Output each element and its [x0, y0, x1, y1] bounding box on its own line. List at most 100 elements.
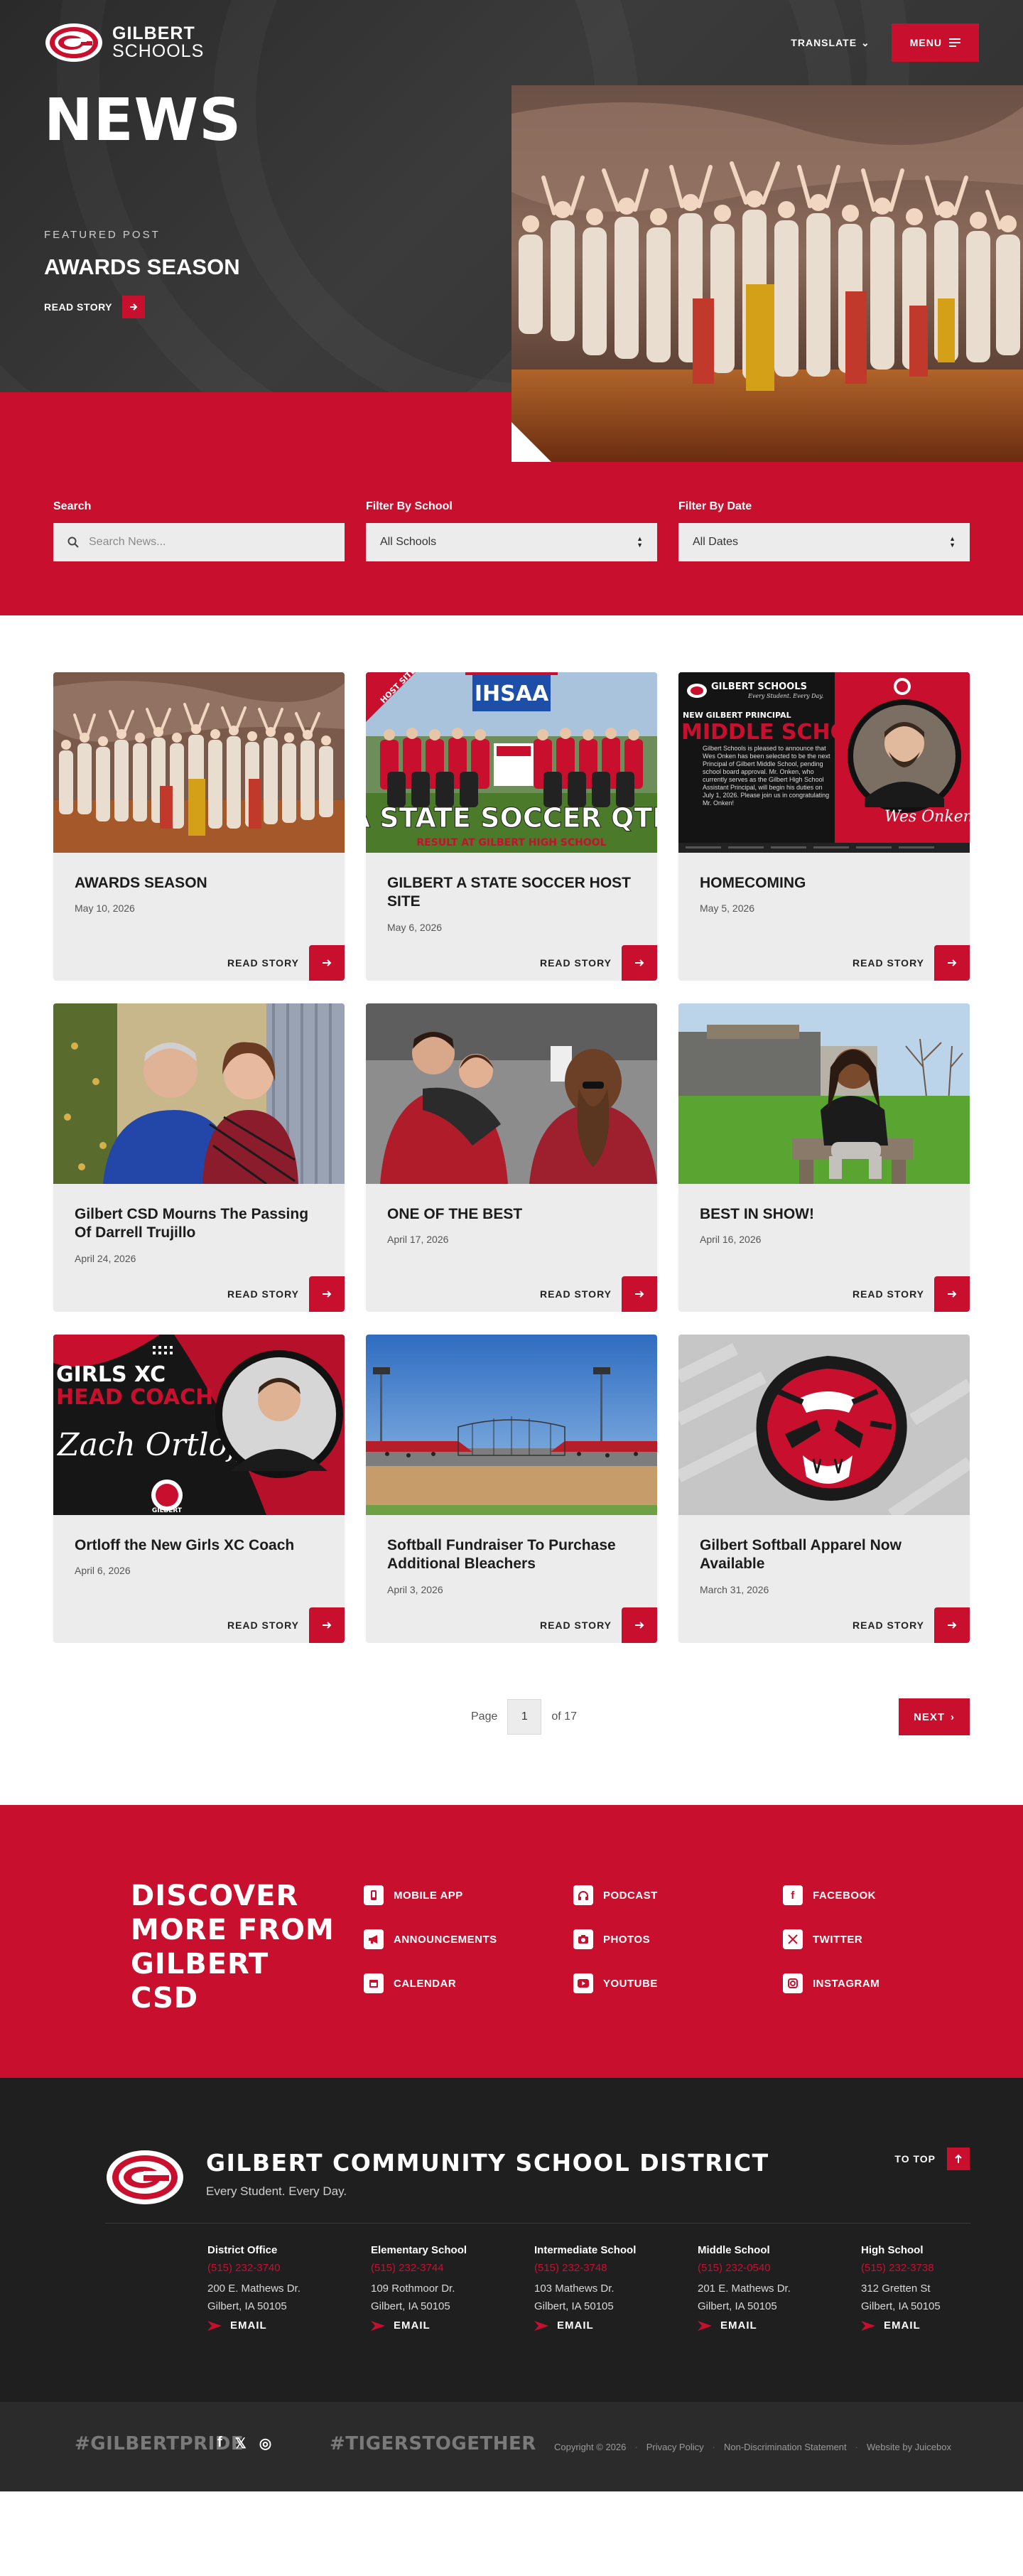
card-title[interactable]: Gilbert CSD Mourns The Passing Of Darrel…	[75, 1205, 323, 1243]
graphic-body: Gilbert Schools is pleased to announce t…	[703, 745, 830, 807]
youtube-link[interactable]: YOUTUBE	[573, 1973, 783, 1993]
website-credit-link[interactable]: Website by Juicebox	[867, 2442, 951, 2452]
office-email-link[interactable]: EMAIL	[207, 2319, 371, 2332]
link-label: MOBILE APP	[394, 1889, 463, 1902]
read-story-label: READ STORY	[539, 1620, 612, 1631]
translate-dropdown[interactable]: TRANSLATE ⌄	[791, 37, 870, 49]
news-card[interactable]: GILBERT SCHOOLS Every Student. Every Day…	[678, 672, 970, 981]
read-story-button[interactable]: READ STORY	[227, 1607, 345, 1643]
school-select[interactable]: All Schools ▲ ▼	[366, 523, 657, 561]
card-title[interactable]: AWARDS SEASON	[75, 874, 323, 893]
copyright: Copyright © 2026	[554, 2442, 627, 2452]
news-card[interactable]: Gilbert CSD Mourns The Passing Of Darrel…	[53, 1003, 345, 1312]
news-card[interactable]: AWARDS SEASON May 10, 2026 READ STORY	[53, 672, 345, 981]
read-story-button[interactable]: READ STORY	[540, 1607, 657, 1643]
back-to-top-button[interactable]: TO TOP	[894, 2147, 970, 2170]
read-story-label: READ STORY	[227, 1288, 299, 1300]
school-filter-label: Filter By School	[366, 500, 453, 512]
card-date: May 5, 2026	[700, 902, 755, 914]
office-email-link[interactable]: EMAIL	[861, 2319, 1023, 2332]
news-card[interactable]: Gilbert Softball Apparel Now Available M…	[678, 1335, 970, 1643]
non-discrimination-link[interactable]: Non-Discrimination Statement	[724, 2442, 847, 2452]
read-story-button[interactable]: READ STORY	[852, 1607, 970, 1643]
podcast-link[interactable]: PODCAST	[573, 1885, 783, 1905]
district-tagline: Every Student. Every Day.	[206, 2184, 347, 2198]
office-phone[interactable]: (515) 232-3738	[861, 2262, 1023, 2274]
announcements-link[interactable]: ANNOUNCEMENTS	[364, 1929, 573, 1949]
news-card[interactable]: ONE OF THE BEST April 17, 2026 READ STOR…	[366, 1003, 657, 1312]
news-card[interactable]: IHSAA HOST SITE STATE SOCCER QT RESULT A…	[366, 672, 657, 981]
read-story-button[interactable]: READ STORY	[852, 1276, 970, 1312]
x-icon[interactable]: 𝕏	[235, 2435, 247, 2452]
news-card[interactable]: Softball Fundraiser To Purchase Addition…	[366, 1335, 657, 1643]
office-phone[interactable]: (515) 232-3744	[371, 2262, 534, 2274]
district-name: GILBERT COMMUNITY SCHOOL DISTRICT	[206, 2149, 769, 2177]
card-title[interactable]: BEST IN SHOW!	[700, 1205, 948, 1224]
photos-link[interactable]: PHOTOS	[573, 1929, 783, 1949]
instagram-link[interactable]: INSTAGRAM	[783, 1973, 992, 1993]
graphic-tagline: Every Student. Every Day.	[747, 693, 823, 699]
discover-section: DISCOVER MORE FROM GILBERT CSD MOBILE AP…	[0, 1805, 1023, 2078]
gilbert-g-logo-icon[interactable]	[105, 2149, 185, 2206]
news-card[interactable]: NEW GIRLS XC HEAD COACH Zach Ortloff GIL…	[53, 1335, 345, 1643]
office-phone[interactable]: (515) 232-3748	[534, 2262, 698, 2274]
read-story-button[interactable]: READ STORY	[540, 1276, 657, 1312]
office-email-link[interactable]: EMAIL	[371, 2319, 534, 2332]
office-email-link[interactable]: EMAIL	[534, 2319, 698, 2332]
news-card[interactable]: BEST IN SHOW! April 16, 2026 READ STORY	[678, 1003, 970, 1312]
next-page-button[interactable]: NEXT ›	[899, 1698, 970, 1735]
read-story-button[interactable]: READ STORY	[852, 945, 970, 981]
chevron-down-icon: ⌄	[861, 36, 870, 48]
facebook-link[interactable]: f FACEBOOK	[783, 1885, 992, 1905]
featured-post-title[interactable]: AWARDS SEASON	[44, 254, 240, 280]
email-label: EMAIL	[720, 2319, 757, 2332]
translate-label: TRANSLATE	[791, 37, 857, 48]
mobile-icon	[364, 1885, 384, 1905]
office-name: Elementary School	[371, 2244, 467, 2256]
footer-divider	[105, 2223, 970, 2224]
card-title[interactable]: Softball Fundraiser To Purchase Addition…	[387, 1536, 636, 1574]
card-title[interactable]: Ortloff the New Girls XC Coach	[75, 1536, 323, 1555]
twitter-link[interactable]: TWITTER	[783, 1929, 992, 1949]
office-phone[interactable]: (515) 232-3740	[207, 2262, 371, 2274]
logo-line1: GILBERT	[112, 23, 195, 43]
school-offices: District Office (515) 232-3740 200 E. Ma…	[207, 2244, 1023, 2332]
site-logo[interactable]: GILBERT SCHOOLS	[44, 22, 204, 63]
privacy-policy-link[interactable]: Privacy Policy	[646, 2442, 704, 2452]
read-story-button[interactable]: READ STORY	[227, 1276, 345, 1312]
mobile-app-link[interactable]: MOBILE APP	[364, 1885, 573, 1905]
date-select[interactable]: All Dates ▲ ▼	[678, 523, 970, 561]
featured-post-label: FEATURED POST	[44, 229, 161, 241]
hero-section: GILBERT SCHOOLS TRANSLATE ⌄ MENU NEWS FE…	[0, 0, 1023, 615]
card-title[interactable]: HOMECOMING	[700, 874, 948, 893]
read-story-button[interactable]: READ STORY	[540, 945, 657, 981]
search-placeholder: Search News...	[89, 536, 166, 548]
discover-title: DISCOVER MORE FROM GILBERT CSD	[131, 1880, 335, 2015]
instagram-icon[interactable]: ◎	[259, 2435, 271, 2452]
news-grid: AWARDS SEASON May 10, 2026 READ STORY IH…	[53, 672, 970, 1643]
office-name: Intermediate School	[534, 2244, 637, 2256]
card-date: April 16, 2026	[700, 1234, 762, 1245]
banner-text: IHSAA	[475, 681, 549, 706]
read-story-button[interactable]: READ STORY	[227, 945, 345, 981]
link-label: ANNOUNCEMENTS	[394, 1933, 497, 1946]
graphic-signature: Wes Onken	[884, 808, 970, 826]
card-title[interactable]: GILBERT A STATE SOCCER HOST SITE	[387, 874, 636, 912]
office-email-link[interactable]: EMAIL	[698, 2319, 861, 2332]
theater-stage-photo	[512, 85, 1023, 462]
menu-button[interactable]: MENU	[891, 23, 979, 62]
card-title[interactable]: Gilbert Softball Apparel Now Available	[700, 1536, 948, 1574]
search-input[interactable]: Search News...	[53, 523, 345, 561]
page-title: NEWS	[44, 87, 242, 154]
card-date: April 24, 2026	[75, 1253, 136, 1264]
headphones-icon	[573, 1885, 593, 1905]
page-label: Page	[471, 1710, 498, 1723]
calendar-link[interactable]: CALENDAR	[364, 1973, 573, 1993]
page-number-input[interactable]: 1	[507, 1699, 542, 1735]
facebook-icon[interactable]: f	[217, 2435, 222, 2452]
card-title[interactable]: ONE OF THE BEST	[387, 1205, 636, 1224]
featured-post-image[interactable]	[512, 85, 1023, 462]
office-phone[interactable]: (515) 232-0540	[698, 2262, 861, 2274]
card-image: GILBERT SCHOOLS Every Student. Every Day…	[678, 672, 970, 853]
featured-read-story-link[interactable]: READ STORY	[44, 296, 146, 318]
